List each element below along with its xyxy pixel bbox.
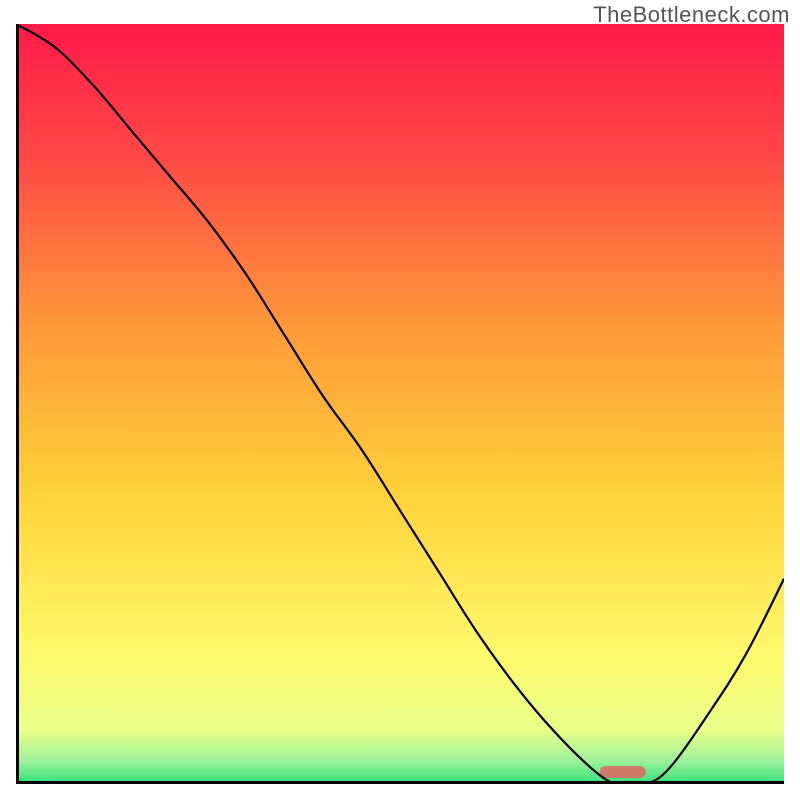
axis-frame <box>16 24 784 784</box>
watermark-text: TheBottleneck.com <box>593 2 790 28</box>
chart-container: TheBottleneck.com <box>0 0 800 800</box>
